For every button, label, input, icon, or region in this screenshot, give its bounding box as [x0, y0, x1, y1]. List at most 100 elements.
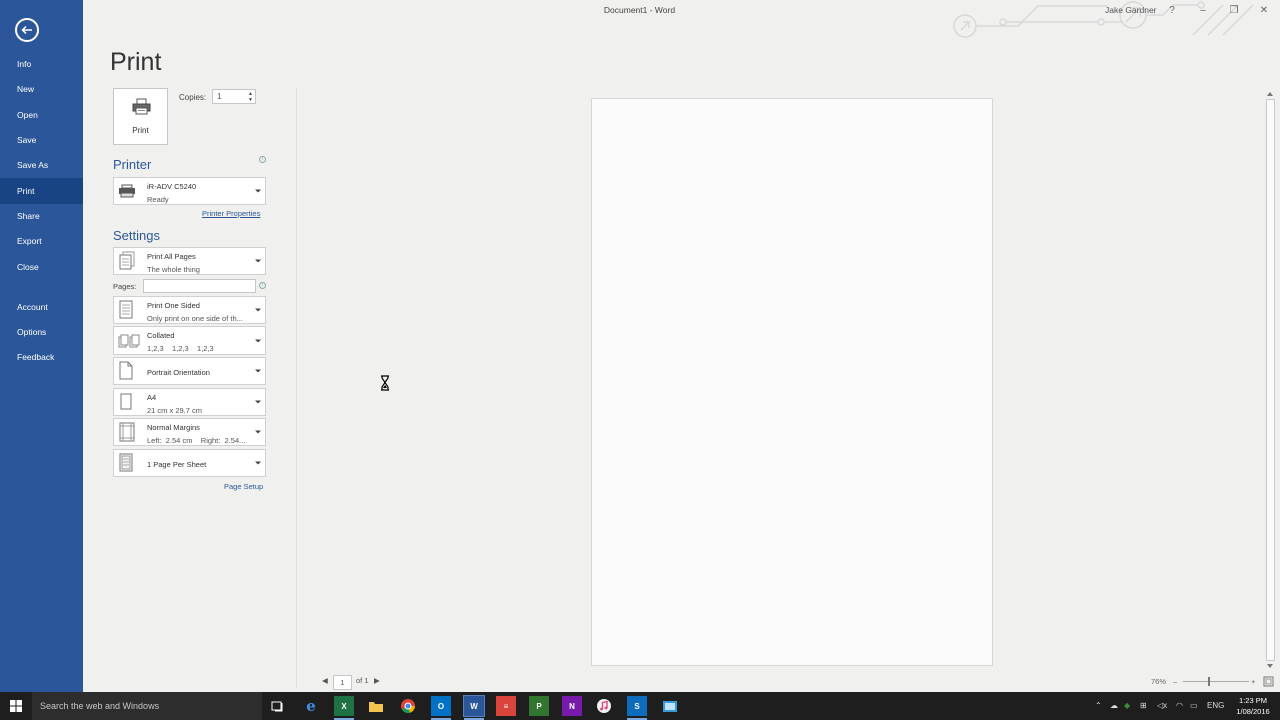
nav-export[interactable]: Export	[0, 229, 83, 253]
task-view-icon[interactable]	[268, 696, 288, 716]
nav-close[interactable]: Close	[0, 255, 83, 279]
action-center-icon[interactable]: ▭	[1190, 692, 1198, 720]
chevron-down-icon	[255, 369, 261, 373]
printer-status: Ready	[147, 195, 169, 204]
user-name[interactable]: Jake Gardner	[1105, 5, 1157, 15]
app-icon[interactable]: S	[627, 696, 647, 720]
itunes-icon[interactable]	[594, 696, 614, 716]
file-explorer-icon[interactable]	[366, 696, 386, 716]
nav-save-as[interactable]: Save As	[0, 153, 83, 177]
zoom-to-page-icon[interactable]	[1263, 676, 1274, 687]
onenote-icon[interactable]: N	[562, 696, 582, 716]
sides-select[interactable]: Print One Sided Only print on one side o…	[113, 296, 266, 324]
chevron-down-icon	[255, 461, 261, 465]
taskbar-search-input[interactable]: Search the web and Windows	[32, 692, 262, 720]
title-bar: Document1 - Word Jake Gardner ? – ❐ ✕	[83, 0, 1280, 38]
paper-size-icon	[120, 393, 132, 410]
pages-input[interactable]	[143, 279, 256, 293]
previous-page-icon[interactable]: ◀	[322, 676, 328, 690]
pages-per-sheet-select[interactable]: 1 Page Per Sheet	[113, 449, 266, 477]
printer-icon	[132, 98, 151, 115]
zoom-level[interactable]: 76%	[1151, 677, 1166, 686]
collated-icon	[118, 334, 140, 347]
nav-feedback[interactable]: Feedback	[0, 345, 83, 369]
nav-options[interactable]: Options	[0, 320, 83, 344]
outlook-icon[interactable]: O	[431, 696, 451, 720]
zoom-in-button[interactable]: +	[1251, 677, 1255, 686]
nav-save[interactable]: Save	[0, 128, 83, 152]
print-button[interactable]: Print	[113, 88, 168, 145]
scroll-down-icon[interactable]	[1267, 664, 1273, 668]
todoist-icon[interactable]: ≡	[496, 696, 516, 716]
orientation-label: Portrait Orientation	[147, 368, 210, 377]
print-range-sub: The whole thing	[147, 265, 200, 274]
chevron-down-icon	[255, 259, 261, 263]
nav-open[interactable]: Open	[0, 103, 83, 127]
nav-share[interactable]: Share	[0, 204, 83, 228]
current-page-input[interactable]: 1	[333, 675, 352, 690]
nav-print[interactable]: Print	[0, 178, 83, 204]
desktop-app-icon[interactable]	[660, 696, 680, 716]
printer-properties-link[interactable]: Printer Properties	[202, 209, 260, 218]
page-setup-link[interactable]: Page Setup	[224, 482, 263, 491]
portrait-icon	[119, 361, 133, 380]
chevron-down-icon	[255, 189, 261, 193]
nav-account[interactable]: Account	[0, 295, 83, 319]
printer-info-icon[interactable]: i	[259, 156, 266, 163]
chevron-down-icon	[255, 400, 261, 404]
collation-select[interactable]: Collated 1,2,3 1,2,3 1,2,3	[113, 326, 266, 355]
back-arrow-icon	[21, 25, 32, 35]
edge-icon[interactable]: e	[301, 696, 321, 716]
printer-select[interactable]: iR-ADV C5240 Ready	[113, 177, 266, 205]
paper-size-label: A4	[147, 393, 157, 402]
chevron-down-icon	[255, 430, 261, 434]
minimize-button[interactable]: –	[1192, 2, 1214, 20]
back-button[interactable]	[15, 18, 39, 42]
copies-stepper[interactable]: 1 ▲ ▼	[212, 89, 256, 104]
network-icon[interactable]: ⊞	[1140, 692, 1147, 720]
volume-icon[interactable]: ◁x	[1157, 692, 1167, 720]
zoom-slider[interactable]	[1183, 681, 1249, 682]
preview-scrollbar[interactable]	[1265, 90, 1276, 672]
project-icon[interactable]: P	[529, 696, 549, 716]
language-indicator[interactable]: ENG	[1207, 692, 1224, 720]
pages-icon	[119, 251, 135, 270]
onedrive-icon[interactable]: ☁	[1110, 692, 1118, 720]
printer-heading: Printer	[113, 157, 152, 172]
restore-button[interactable]: ❐	[1223, 2, 1245, 20]
pages-info-icon[interactable]: i	[259, 282, 266, 289]
pages-per-sheet-label: 1 Page Per Sheet	[147, 460, 207, 469]
sides-label: Print One Sided	[147, 301, 200, 310]
excel-icon[interactable]: X	[334, 696, 354, 720]
zoom-out-button[interactable]: –	[1173, 677, 1177, 686]
sync-icon[interactable]: ◆	[1124, 692, 1130, 720]
start-button[interactable]	[0, 692, 32, 720]
taskbar-clock[interactable]: 1:23 PM 1/08/2016	[1232, 695, 1274, 717]
document-title: Document1 - Word	[603, 5, 676, 15]
paper-size-sub: 21 cm x 29.7 cm	[147, 406, 203, 415]
chrome-icon[interactable]	[398, 696, 418, 716]
collation-label: Collated	[147, 331, 175, 340]
tray-overflow-icon[interactable]: ⌃	[1095, 692, 1102, 720]
next-page-icon[interactable]: ▶	[374, 676, 380, 690]
scroll-track[interactable]	[1266, 99, 1275, 661]
margins-select[interactable]: Normal Margins Left: 2.54 cm Right: 2.54…	[113, 418, 266, 446]
printer-name: iR-ADV C5240	[147, 182, 197, 191]
margins-icon	[119, 422, 135, 442]
printer-device-icon	[119, 184, 135, 198]
copies-value: 1	[217, 92, 222, 101]
close-window-button[interactable]: ✕	[1253, 2, 1275, 20]
scroll-up-icon[interactable]	[1267, 92, 1273, 96]
nav-info[interactable]: Info	[0, 52, 83, 76]
help-button[interactable]: ?	[1161, 2, 1183, 20]
word-icon[interactable]: W	[463, 695, 485, 720]
page-count: of 1	[356, 676, 369, 685]
print-range-select[interactable]: Print All Pages The whole thing	[113, 247, 266, 275]
paper-size-select[interactable]: A4 21 cm x 29.7 cm	[113, 388, 266, 416]
orientation-select[interactable]: Portrait Orientation	[113, 357, 266, 385]
one-sided-icon	[119, 300, 133, 319]
nav-new[interactable]: New	[0, 77, 83, 101]
wifi-icon[interactable]: ◠	[1176, 692, 1183, 720]
zoom-slider-thumb[interactable]	[1208, 677, 1210, 686]
spin-down-icon[interactable]: ▼	[248, 97, 253, 103]
